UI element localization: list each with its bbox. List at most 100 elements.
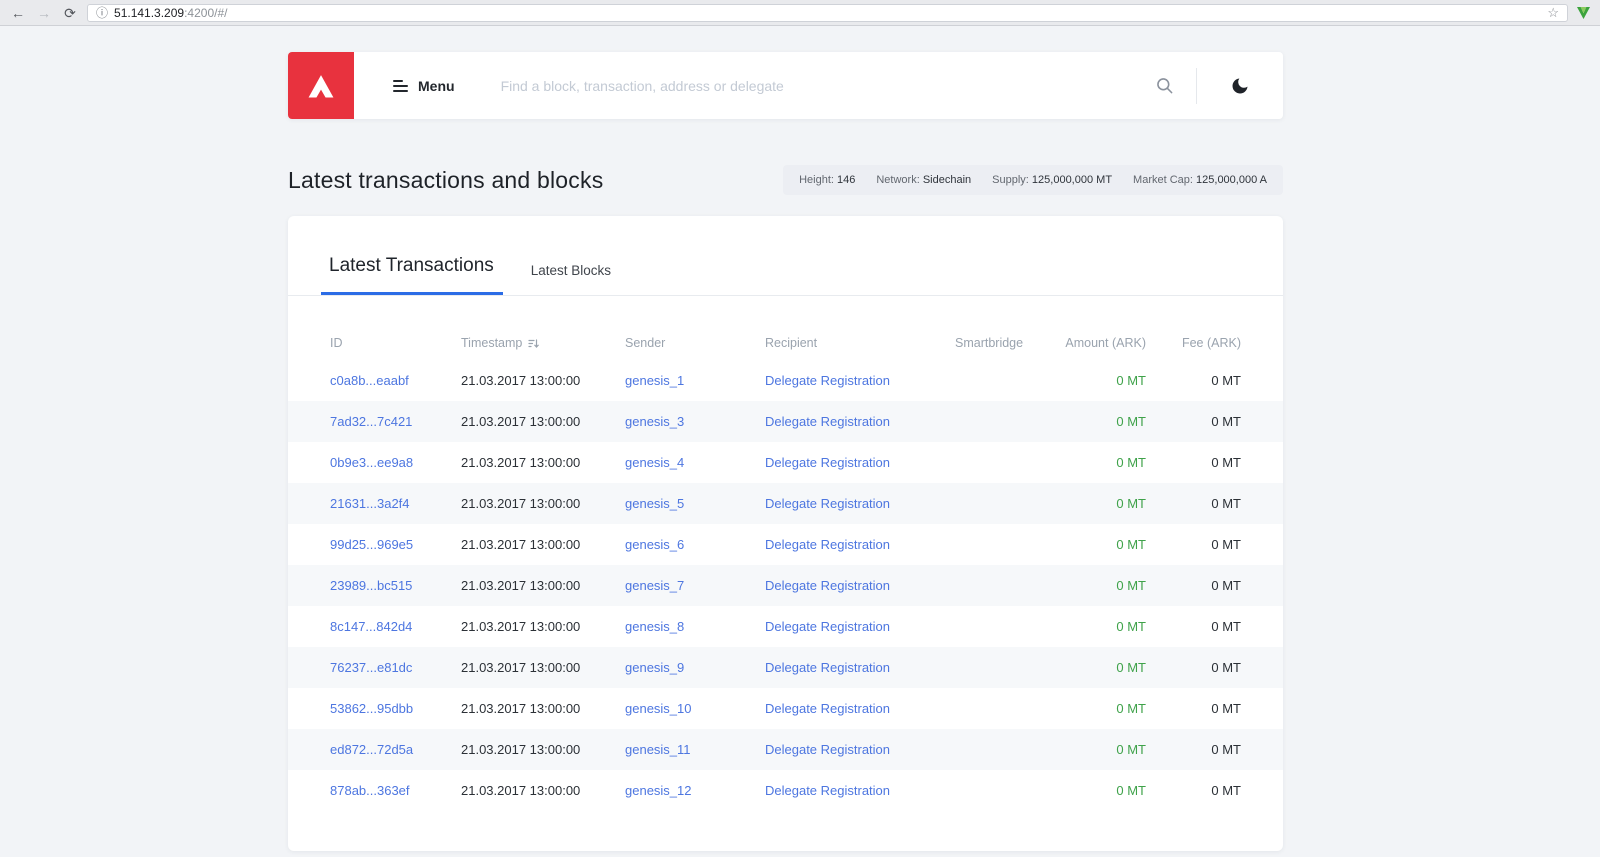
transaction-id-link[interactable]: 0b9e3...ee9a8 [330,455,413,470]
cell-fee: 0 MT [1211,537,1241,552]
table-header-row: ID Timestamp Sender Recipient Smartbridg… [288,296,1283,360]
col-header-smartbridge: Smartbridge [955,296,1046,360]
recipient-link[interactable]: Delegate Registration [765,455,890,470]
cell-fee: 0 MT [1211,619,1241,634]
sender-link[interactable]: genesis_4 [625,455,684,470]
sender-link[interactable]: genesis_3 [625,414,684,429]
table-row: 99d25...969e5 21.03.2017 13:00:00 genesi… [288,524,1283,565]
tab-latest-transactions[interactable]: Latest Transactions [321,255,503,295]
sender-link[interactable]: genesis_11 [625,742,691,757]
address-bar[interactable]: ⓘ 51.141.3.209:4200/#/ ☆ [87,3,1568,22]
ark-logo[interactable] [288,52,354,119]
cell-sender: genesis_7 [625,565,765,606]
cell-amount: 0 MT [1116,414,1146,429]
cell-fee: 0 MT [1211,578,1241,593]
sender-link[interactable]: genesis_7 [625,578,684,593]
cell-fee: 0 MT [1211,373,1241,388]
cell-timestamp: 21.03.2017 13:00:00 [461,373,581,388]
search-icon [1157,78,1173,94]
cell-sender: genesis_9 [625,647,765,688]
cell-recipient: Delegate Registration [765,565,955,606]
sender-link[interactable]: genesis_1 [625,373,684,388]
page-background: Menu Latest transactions and blocks Heig… [0,26,1600,857]
cell-timestamp: 21.03.2017 13:00:00 [461,578,581,593]
ark-logo-icon [308,74,334,98]
sender-link[interactable]: genesis_6 [625,537,684,552]
cell-id: 99d25...969e5 [288,524,461,565]
bookmark-star-icon[interactable]: ☆ [1547,5,1559,21]
cell-id: c0a8b...eaabf [288,360,461,401]
cell-recipient: Delegate Registration [765,401,955,442]
transaction-id-link[interactable]: 23989...bc515 [330,578,412,593]
cell-amount: 0 MT [1116,783,1146,798]
cell-smartbridge [955,360,1046,401]
hamburger-icon [393,79,408,92]
sender-link[interactable]: genesis_8 [625,619,684,634]
cell-smartbridge [955,483,1046,524]
transaction-id-link[interactable]: 21631...3a2f4 [330,496,410,511]
menu-label: Menu [418,77,455,94]
sender-link[interactable]: genesis_5 [625,496,684,511]
transactions-card: Latest Transactions Latest Blocks ID Tim… [288,216,1283,851]
reload-icon[interactable]: ⟳ [61,6,79,20]
cell-id: 76237...e81dc [288,647,461,688]
cell-smartbridge [955,688,1046,729]
cell-timestamp: 21.03.2017 13:00:00 [461,496,581,511]
back-icon[interactable]: ← [9,6,27,20]
dark-mode-toggle[interactable] [1197,76,1283,96]
menu-button[interactable]: Menu [393,78,455,94]
cell-amount: 0 MT [1116,742,1146,757]
table-row: 878ab...363ef 21.03.2017 13:00:00 genesi… [288,770,1283,811]
table-row: 23989...bc515 21.03.2017 13:00:00 genesi… [288,565,1283,606]
recipient-link[interactable]: Delegate Registration [765,783,890,798]
sender-link[interactable]: genesis_9 [625,660,684,675]
transaction-id-link[interactable]: 8c147...842d4 [330,619,412,634]
col-header-recipient: Recipient [765,296,955,360]
recipient-link[interactable]: Delegate Registration [765,496,890,511]
browser-extension-icon[interactable] [1576,5,1591,20]
table-row: 21631...3a2f4 21.03.2017 13:00:00 genesi… [288,483,1283,524]
recipient-link[interactable]: Delegate Registration [765,619,890,634]
transaction-id-link[interactable]: 76237...e81dc [330,660,412,675]
recipient-link[interactable]: Delegate Registration [765,701,890,716]
recipient-link[interactable]: Delegate Registration [765,414,890,429]
cell-amount: 0 MT [1116,619,1146,634]
sort-icon[interactable] [528,338,540,349]
stats-bar: Height: 146 Network: Sidechain Supply: 125… [783,165,1283,195]
sender-link[interactable]: genesis_12 [625,783,692,798]
table-row: 76237...e81dc 21.03.2017 13:00:00 genesi… [288,647,1283,688]
tab-latest-blocks[interactable]: Latest Blocks [531,263,611,295]
cell-timestamp: 21.03.2017 13:00:00 [461,701,581,716]
cell-recipient: Delegate Registration [765,606,955,647]
cell-sender: genesis_12 [625,770,765,811]
cell-smartbridge [955,729,1046,770]
search-input[interactable] [500,77,1133,94]
cell-sender: genesis_8 [625,606,765,647]
recipient-link[interactable]: Delegate Registration [765,578,890,593]
transaction-id-link[interactable]: c0a8b...eaabf [330,373,409,388]
recipient-link[interactable]: Delegate Registration [765,660,890,675]
transaction-id-link[interactable]: 7ad32...7c421 [330,414,412,429]
app-header: Menu [288,52,1283,119]
recipient-link[interactable]: Delegate Registration [765,537,890,552]
transaction-id-link[interactable]: ed872...72d5a [330,742,413,757]
transaction-id-link[interactable]: 99d25...969e5 [330,537,413,552]
stat-item: Height: 146 [799,174,856,186]
page-title: Latest transactions and blocks [288,166,604,193]
cell-smartbridge [955,565,1046,606]
transaction-id-link[interactable]: 53862...95dbb [330,701,413,716]
stat-item: Supply: 125,000,000 MT [992,174,1113,186]
page-info-icon[interactable]: ⓘ [96,4,108,21]
cell-id: 23989...bc515 [288,565,461,606]
recipient-link[interactable]: Delegate Registration [765,373,890,388]
cell-timestamp: 21.03.2017 13:00:00 [461,660,581,675]
sender-link[interactable]: genesis_10 [625,701,692,716]
cell-sender: genesis_4 [625,442,765,483]
transaction-id-link[interactable]: 878ab...363ef [330,783,410,798]
forward-icon[interactable]: → [35,6,53,20]
cell-timestamp: 21.03.2017 13:00:00 [461,783,581,798]
recipient-link[interactable]: Delegate Registration [765,742,890,757]
cell-amount: 0 MT [1116,701,1146,716]
search-button[interactable] [1133,76,1196,95]
cell-id: 53862...95dbb [288,688,461,729]
